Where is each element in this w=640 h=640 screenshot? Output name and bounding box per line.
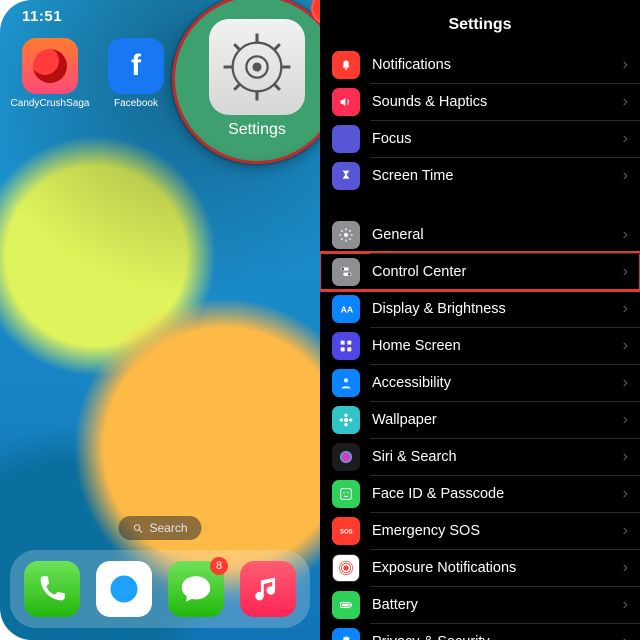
chevron-right-icon: ›: [623, 226, 628, 244]
speaker-icon: [332, 88, 360, 116]
settings-row-face-id-passcode[interactable]: Face ID & Passcode›: [320, 475, 640, 512]
settings-row-display-brightness[interactable]: AA Display & Brightness›: [320, 290, 640, 327]
phone-icon: [35, 572, 69, 606]
row-label: Exposure Notifications: [372, 560, 623, 576]
person-icon: [332, 369, 360, 397]
chevron-right-icon: ›: [623, 263, 628, 281]
hand-icon: [332, 628, 360, 640]
row-label: Siri & Search: [372, 449, 623, 465]
settings-list[interactable]: Notifications›Sounds & Haptics›Focus›Scr…: [320, 46, 640, 640]
row-label: Wallpaper: [372, 412, 623, 428]
settings-row-focus[interactable]: Focus›: [320, 120, 640, 157]
chevron-right-icon: ›: [623, 130, 628, 148]
app-label: CandyCrushSaga: [11, 98, 90, 109]
chevron-right-icon: ›: [623, 93, 628, 111]
flower-icon: [332, 406, 360, 434]
notification-badge: 3: [311, 0, 320, 25]
siri-icon: [332, 443, 360, 471]
chevron-right-icon: ›: [623, 374, 628, 392]
home-screen: 11:51 CandyCrushSaga f Facebook F 3: [0, 0, 320, 640]
settings-row-general[interactable]: General›: [320, 216, 640, 253]
messages-badge: 8: [210, 557, 228, 575]
bell-icon: [332, 51, 360, 79]
sos-icon: SOS: [332, 517, 360, 545]
settings-row-siri-search[interactable]: Siri & Search›: [320, 438, 640, 475]
status-time: 11:51: [22, 8, 62, 25]
settings-row-emergency-sos[interactable]: SOS Emergency SOS›: [320, 512, 640, 549]
gear-icon: [332, 221, 360, 249]
row-label: Battery: [372, 597, 623, 613]
chevron-right-icon: ›: [623, 448, 628, 466]
dock-messages[interactable]: 8: [168, 561, 224, 617]
search-icon: [132, 523, 143, 534]
settings-row-notifications[interactable]: Notifications›: [320, 46, 640, 83]
grid-icon: [332, 332, 360, 360]
facebook-icon: f: [108, 38, 164, 94]
row-label: Screen Time: [372, 168, 623, 184]
partial-app-icon: [194, 38, 250, 94]
row-label: Control Center: [372, 264, 623, 280]
spotlight-search[interactable]: Search: [118, 516, 201, 540]
settings-row-screen-time[interactable]: Screen Time›: [320, 157, 640, 194]
candycrush-icon: [22, 38, 78, 94]
chevron-right-icon: ›: [623, 411, 628, 429]
settings-row-exposure-notifications[interactable]: Exposure Notifications›: [320, 549, 640, 586]
chevron-right-icon: ›: [623, 56, 628, 74]
settings-group1: Notifications›Sounds & Haptics›Focus›Scr…: [320, 46, 640, 194]
page-title: Settings: [320, 0, 640, 46]
row-label: Display & Brightness: [372, 301, 623, 317]
home-icon-row: CandyCrushSaga f Facebook F: [0, 38, 320, 109]
settings-row-sounds-haptics[interactable]: Sounds & Haptics›: [320, 83, 640, 120]
aa-icon: AA: [332, 295, 360, 323]
row-label: Accessibility: [372, 375, 623, 391]
dock-music[interactable]: [240, 561, 296, 617]
row-label: Emergency SOS: [372, 523, 623, 539]
face-icon: [332, 480, 360, 508]
app-candycrush[interactable]: CandyCrushSaga: [18, 38, 82, 109]
chevron-right-icon: ›: [623, 485, 628, 503]
settings-row-home-screen[interactable]: Home Screen›: [320, 327, 640, 364]
row-label: Home Screen: [372, 338, 623, 354]
chevron-right-icon: ›: [623, 522, 628, 540]
chevron-right-icon: ›: [623, 596, 628, 614]
settings-row-battery[interactable]: Battery›: [320, 586, 640, 623]
chevron-right-icon: ›: [623, 633, 628, 640]
chevron-right-icon: ›: [623, 167, 628, 185]
search-label: Search: [149, 521, 187, 535]
row-label: Focus: [372, 131, 623, 147]
chevron-right-icon: ›: [623, 337, 628, 355]
svg-text:AA: AA: [341, 304, 354, 314]
battery-icon: [332, 591, 360, 619]
settings-row-control-center[interactable]: Control Center›: [320, 253, 640, 290]
settings-row-privacy-security[interactable]: Privacy & Security›: [320, 623, 640, 640]
dock-safari[interactable]: [96, 561, 152, 617]
row-label: Notifications: [372, 57, 623, 73]
settings-group2: General›Control Center›AADisplay & Brigh…: [320, 216, 640, 640]
exposure-icon: [332, 554, 360, 582]
settings-row-wallpaper[interactable]: Wallpaper›: [320, 401, 640, 438]
settings-screen: Settings Notifications›Sounds & Haptics›…: [320, 0, 640, 640]
dock-phone[interactable]: [24, 561, 80, 617]
app-partial[interactable]: F: [190, 38, 254, 109]
svg-text:SOS: SOS: [340, 529, 353, 535]
safari-icon: [107, 572, 141, 606]
music-icon: [251, 572, 285, 606]
app-label: Facebook: [114, 98, 158, 109]
row-label: Sounds & Haptics: [372, 94, 623, 110]
app-label: F: [219, 98, 225, 109]
settings-app-label: Settings: [228, 121, 286, 139]
chevron-right-icon: ›: [623, 559, 628, 577]
settings-row-accessibility[interactable]: Accessibility›: [320, 364, 640, 401]
moon-icon: [332, 125, 360, 153]
chevron-right-icon: ›: [623, 300, 628, 318]
row-label: Privacy & Security: [372, 634, 623, 640]
row-label: General: [372, 227, 623, 243]
dock: 8: [10, 550, 310, 628]
messages-icon: [179, 572, 213, 606]
app-facebook[interactable]: f Facebook: [104, 38, 168, 109]
switches-icon: [332, 258, 360, 286]
hourglass-icon: [332, 162, 360, 190]
row-label: Face ID & Passcode: [372, 486, 623, 502]
